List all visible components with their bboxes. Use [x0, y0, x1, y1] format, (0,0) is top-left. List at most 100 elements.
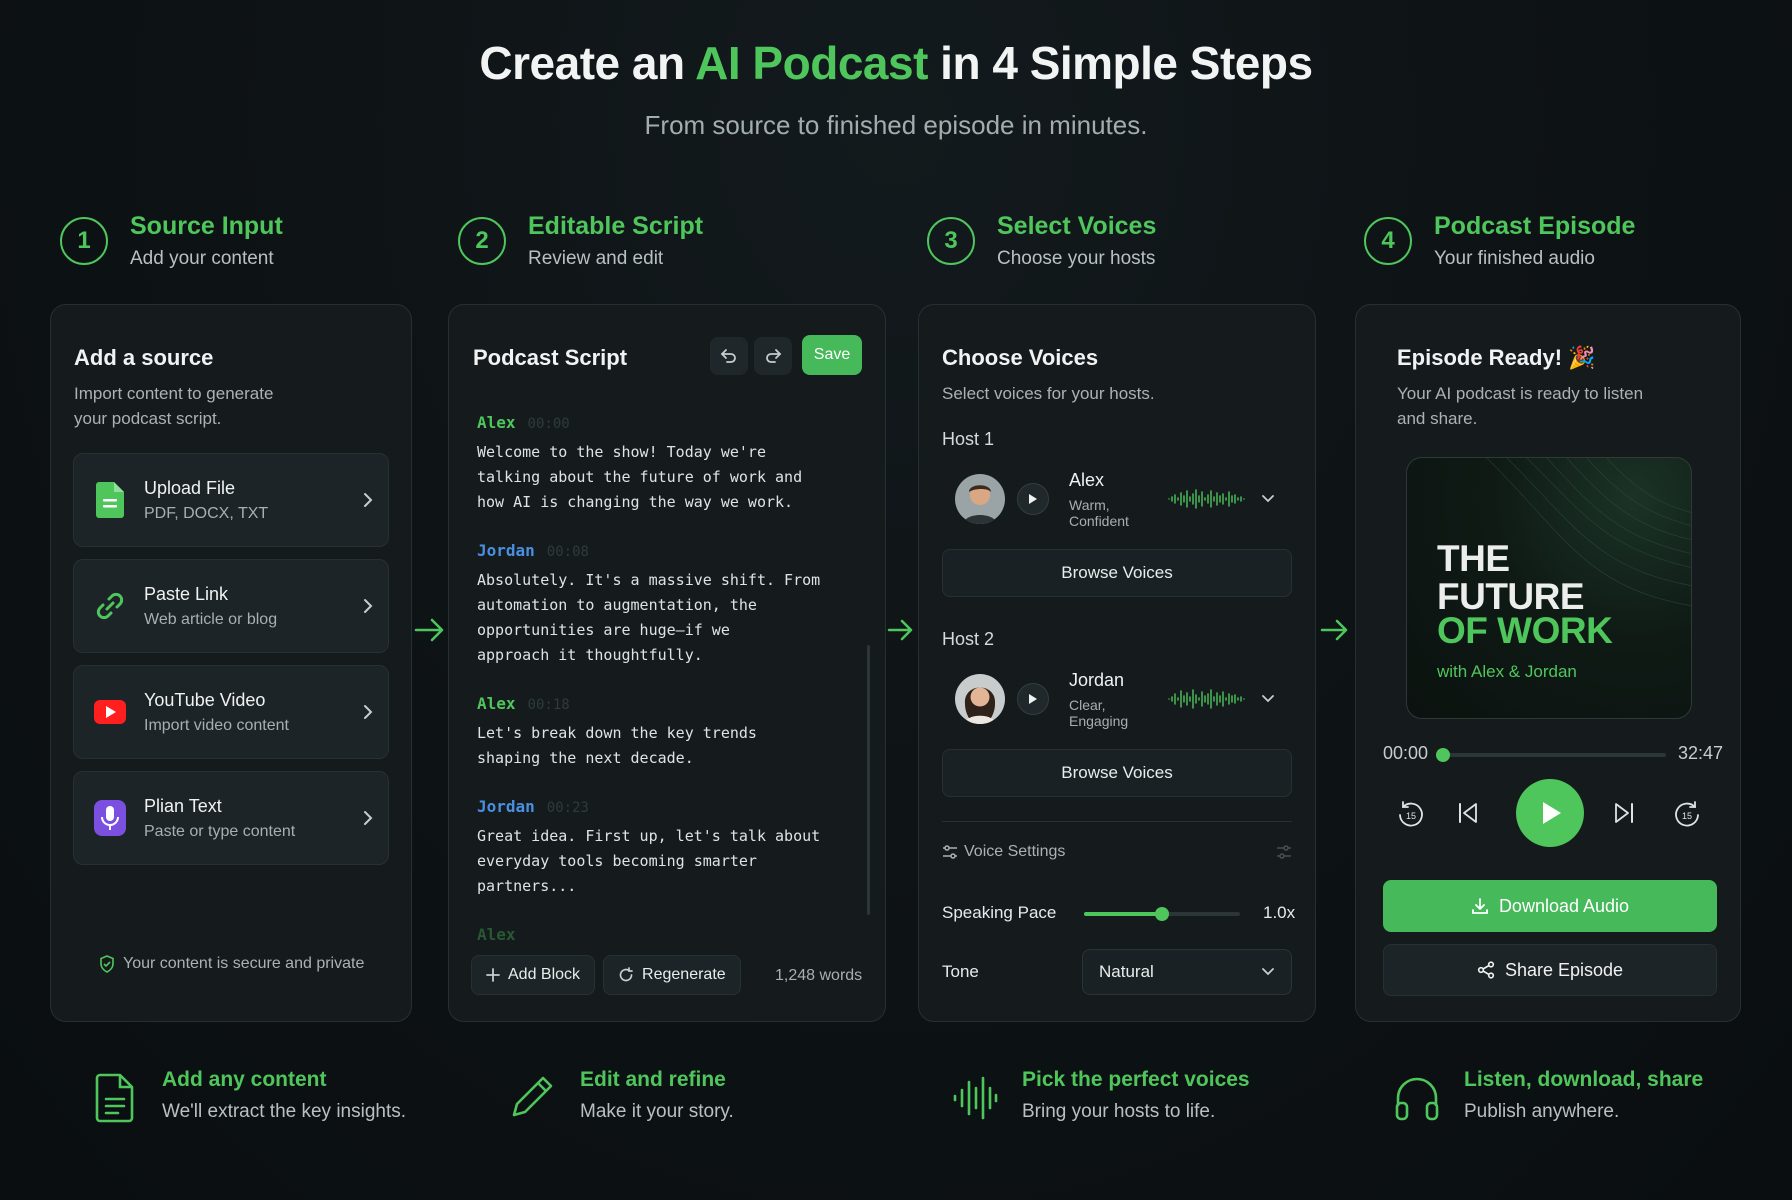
redo-icon — [764, 348, 782, 364]
download-audio-button[interactable]: Download Audio — [1383, 880, 1717, 932]
source-panel: Add a source Import content to generate … — [50, 304, 412, 1022]
document-icon — [90, 1068, 140, 1128]
youtube-video-option[interactable]: YouTube Video Import video content — [73, 665, 389, 759]
option-title: Paste Link — [144, 583, 229, 604]
step-number: 2 — [458, 217, 506, 265]
refresh-icon — [618, 967, 642, 983]
settings-collapse-icon[interactable] — [1276, 845, 1292, 859]
episode-panel: Episode Ready! 🎉 Your AI podcast is read… — [1355, 304, 1741, 1022]
feature-edit-refine: Edit and refine Make it your story. — [508, 1068, 734, 1128]
script-block[interactable]: Alex 00:18 Let's break down the key trend… — [477, 694, 877, 771]
word-count: 1,248 words — [775, 967, 863, 984]
paste-link-option[interactable]: Paste Link Web article or blog — [73, 559, 389, 653]
script-scrollbar[interactable] — [867, 645, 870, 915]
cover-title: THE FUTURE — [1437, 538, 1585, 617]
slider-handle[interactable] — [1155, 907, 1169, 921]
option-title: YouTube Video — [144, 689, 266, 710]
step-number: 3 — [927, 217, 975, 265]
shield-check-icon — [99, 955, 115, 973]
script-editor[interactable]: Alex 00:00 Welcome to the show! Today we'… — [477, 413, 877, 943]
upload-file-option[interactable]: Upload File PDF, DOCX, TXT — [73, 453, 389, 547]
feature-subtitle: Make it your story. — [580, 1101, 734, 1122]
host-1-voice[interactable]: Alex Warm, Confident — [942, 465, 1292, 533]
preview-play-button[interactable] — [1017, 483, 1049, 515]
divider — [942, 821, 1292, 822]
script-block[interactable]: Jordan 00:08 Absolutely. It's a massive s… — [477, 541, 877, 668]
panel-title: Add a source — [74, 345, 214, 370]
save-button[interactable]: Save — [802, 335, 862, 375]
feature-subtitle: We'll extract the key insights. — [162, 1101, 407, 1122]
arrow-right-icon — [414, 616, 446, 649]
browse-voices-button[interactable]: Browse Voices — [942, 749, 1292, 797]
headphones-icon — [1392, 1068, 1442, 1128]
chevron-down-icon[interactable] — [1261, 494, 1275, 504]
option-subtitle: Paste or type content — [144, 822, 296, 840]
panel-description: Import content to generate your podcast … — [74, 384, 274, 428]
step-title: Podcast Episode — [1434, 212, 1636, 240]
panel-description: Your AI podcast is ready to listen and s… — [1397, 384, 1644, 428]
play-button[interactable] — [1516, 779, 1584, 847]
chevron-down-icon[interactable] — [1261, 694, 1275, 704]
option-title: Plian Text — [144, 795, 222, 816]
feature-subtitle: Bring your hosts to life. — [1022, 1101, 1216, 1122]
script-text[interactable]: Great idea. First up, let's talk about e… — [477, 824, 877, 899]
page-subtitle: From source to finished episode in minut… — [644, 110, 1148, 140]
script-text[interactable]: Let's break down the key trends shaping … — [477, 721, 877, 771]
skip-forward-icon — [1612, 801, 1636, 825]
script-block[interactable]: Alex 00:00 Welcome to the show! Today we'… — [477, 413, 877, 515]
voice-description: Warm, Confident — [1069, 496, 1129, 529]
browse-voices-button[interactable]: Browse Voices — [942, 549, 1292, 597]
feature-title: Add any content — [162, 1068, 327, 1091]
speaking-pace-label: Speaking Pace — [942, 903, 1057, 922]
previous-button[interactable] — [1456, 801, 1480, 825]
host-2-voice[interactable]: Jordan Clear, Engaging — [942, 665, 1292, 733]
preview-play-button[interactable] — [1017, 683, 1049, 715]
script-block[interactable]: Jordan 00:23 Great idea. First up, let's … — [477, 797, 877, 899]
speaker-name: Alex — [477, 925, 516, 943]
share-icon — [1477, 961, 1505, 979]
script-text[interactable]: Welcome to the show! Today we're talking… — [477, 440, 877, 515]
plus-icon — [486, 968, 508, 982]
plain-text-option[interactable]: Plian Text Paste or type content — [73, 771, 389, 865]
add-block-button[interactable]: Add Block — [471, 955, 596, 995]
panel-description: Select voices for your hosts. — [942, 384, 1155, 403]
share-episode-button[interactable]: Share Episode — [1383, 944, 1717, 996]
redo-button[interactable] — [754, 337, 792, 375]
rewind-15-button[interactable]: 15 — [1396, 799, 1426, 829]
svg-text:15: 15 — [1682, 811, 1692, 821]
regenerate-button[interactable]: Regenerate — [603, 955, 741, 995]
step-title: Select Voices — [997, 212, 1157, 240]
svg-text:15: 15 — [1406, 811, 1416, 821]
cover-title-accent: OF WORK — [1437, 610, 1613, 651]
voice-settings-header[interactable]: Voice Settings — [942, 843, 1292, 861]
play-icon — [1028, 693, 1038, 705]
voice-name: Jordan — [1069, 669, 1125, 690]
cover-subtitle: with Alex & Jordan — [1437, 662, 1577, 681]
undo-button[interactable] — [710, 337, 748, 375]
forward-15-button[interactable]: 15 — [1672, 799, 1702, 829]
timestamp: 00:00 — [527, 416, 570, 432]
waveform-icon — [950, 1068, 1000, 1128]
slider-fill — [1084, 912, 1162, 916]
step-subtitle: Review and edit — [528, 248, 664, 269]
speaking-pace-value: 1.0x — [1263, 903, 1296, 922]
voice-name: Alex — [1069, 469, 1105, 490]
feature-title: Pick the perfect voices — [1022, 1068, 1250, 1091]
panel-title: Episode Ready! 🎉 — [1397, 345, 1596, 370]
tone-select[interactable]: Natural — [1082, 949, 1292, 995]
panel-title: Podcast Script — [473, 345, 628, 370]
file-icon — [94, 482, 126, 518]
playback-progress-bar[interactable] — [1436, 748, 1666, 762]
progress-handle[interactable] — [1436, 748, 1450, 762]
next-button[interactable] — [1612, 801, 1636, 825]
script-block[interactable]: Alex — [477, 925, 877, 943]
option-title: Upload File — [144, 477, 236, 498]
speaker-name: Jordan — [477, 541, 535, 560]
speaker-name: Alex — [477, 413, 516, 432]
timestamp: 00:18 — [527, 697, 570, 713]
feature-title: Listen, download, share — [1464, 1068, 1704, 1091]
script-text[interactable]: Absolutely. It's a massive shift. From a… — [477, 568, 877, 668]
security-note: Your content is secure and private — [99, 955, 364, 973]
speaking-pace-slider[interactable] — [1084, 907, 1240, 921]
chevron-right-icon — [348, 491, 388, 509]
